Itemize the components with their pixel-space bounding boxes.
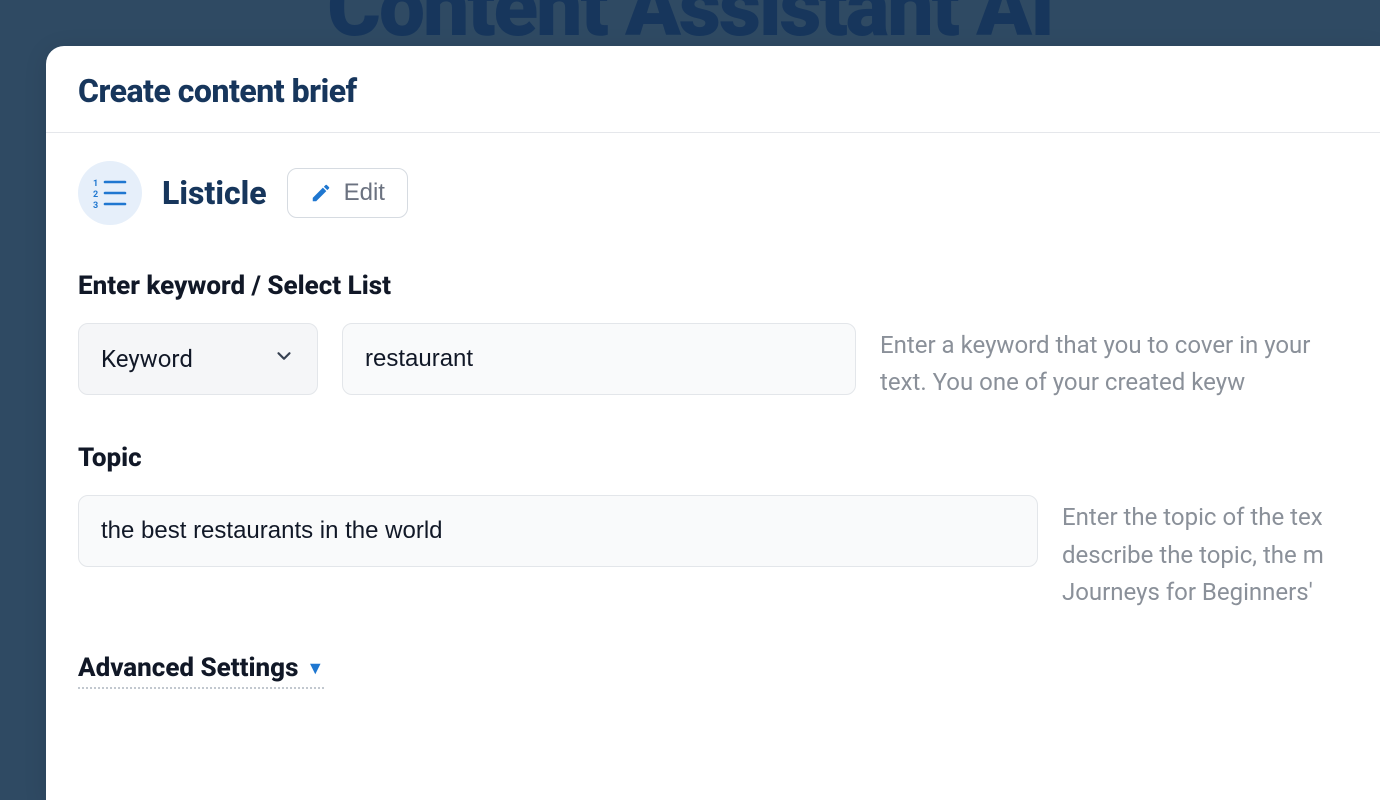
topic-section: Topic Enter the topic of the tex describ…	[78, 443, 1348, 611]
content-type-row: 1 2 3 Listicle Edit	[78, 161, 1348, 225]
pencil-icon	[310, 182, 332, 204]
keyword-help-text: Enter a keyword that you to cover in you…	[880, 323, 1348, 401]
panel-header: Create content brief	[46, 46, 1380, 133]
topic-input[interactable]	[78, 495, 1038, 567]
topic-help-text: Enter the topic of the tex describe the …	[1062, 495, 1348, 611]
edit-button-label: Edit	[344, 179, 385, 207]
svg-text:3: 3	[93, 201, 98, 208]
keyword-mode-value: Keyword	[101, 345, 193, 373]
panel-title: Create content brief	[78, 72, 1348, 110]
caret-down-icon: ▼	[306, 658, 324, 679]
create-brief-panel: Create content brief 1 2 3 Listicle	[46, 46, 1380, 800]
topic-field-label: Topic	[78, 443, 1348, 473]
panel-body: 1 2 3 Listicle Edit Enter keyword / Sele…	[46, 133, 1380, 689]
svg-text:2: 2	[93, 190, 98, 200]
content-type-label: Listicle	[162, 174, 267, 212]
advanced-settings-toggle[interactable]: Advanced Settings ▼	[78, 653, 324, 689]
advanced-settings-label: Advanced Settings	[78, 653, 298, 683]
keyword-field-label: Enter keyword / Select List	[78, 271, 1348, 301]
keyword-section: Enter keyword / Select List Keyword Ente…	[78, 271, 1348, 401]
list-numbered-icon: 1 2 3	[78, 161, 142, 225]
edit-content-type-button[interactable]: Edit	[287, 168, 408, 218]
keyword-input[interactable]	[342, 323, 856, 395]
svg-text:1: 1	[93, 179, 98, 189]
chevron-down-icon	[273, 345, 295, 373]
keyword-mode-select[interactable]: Keyword	[78, 323, 318, 395]
